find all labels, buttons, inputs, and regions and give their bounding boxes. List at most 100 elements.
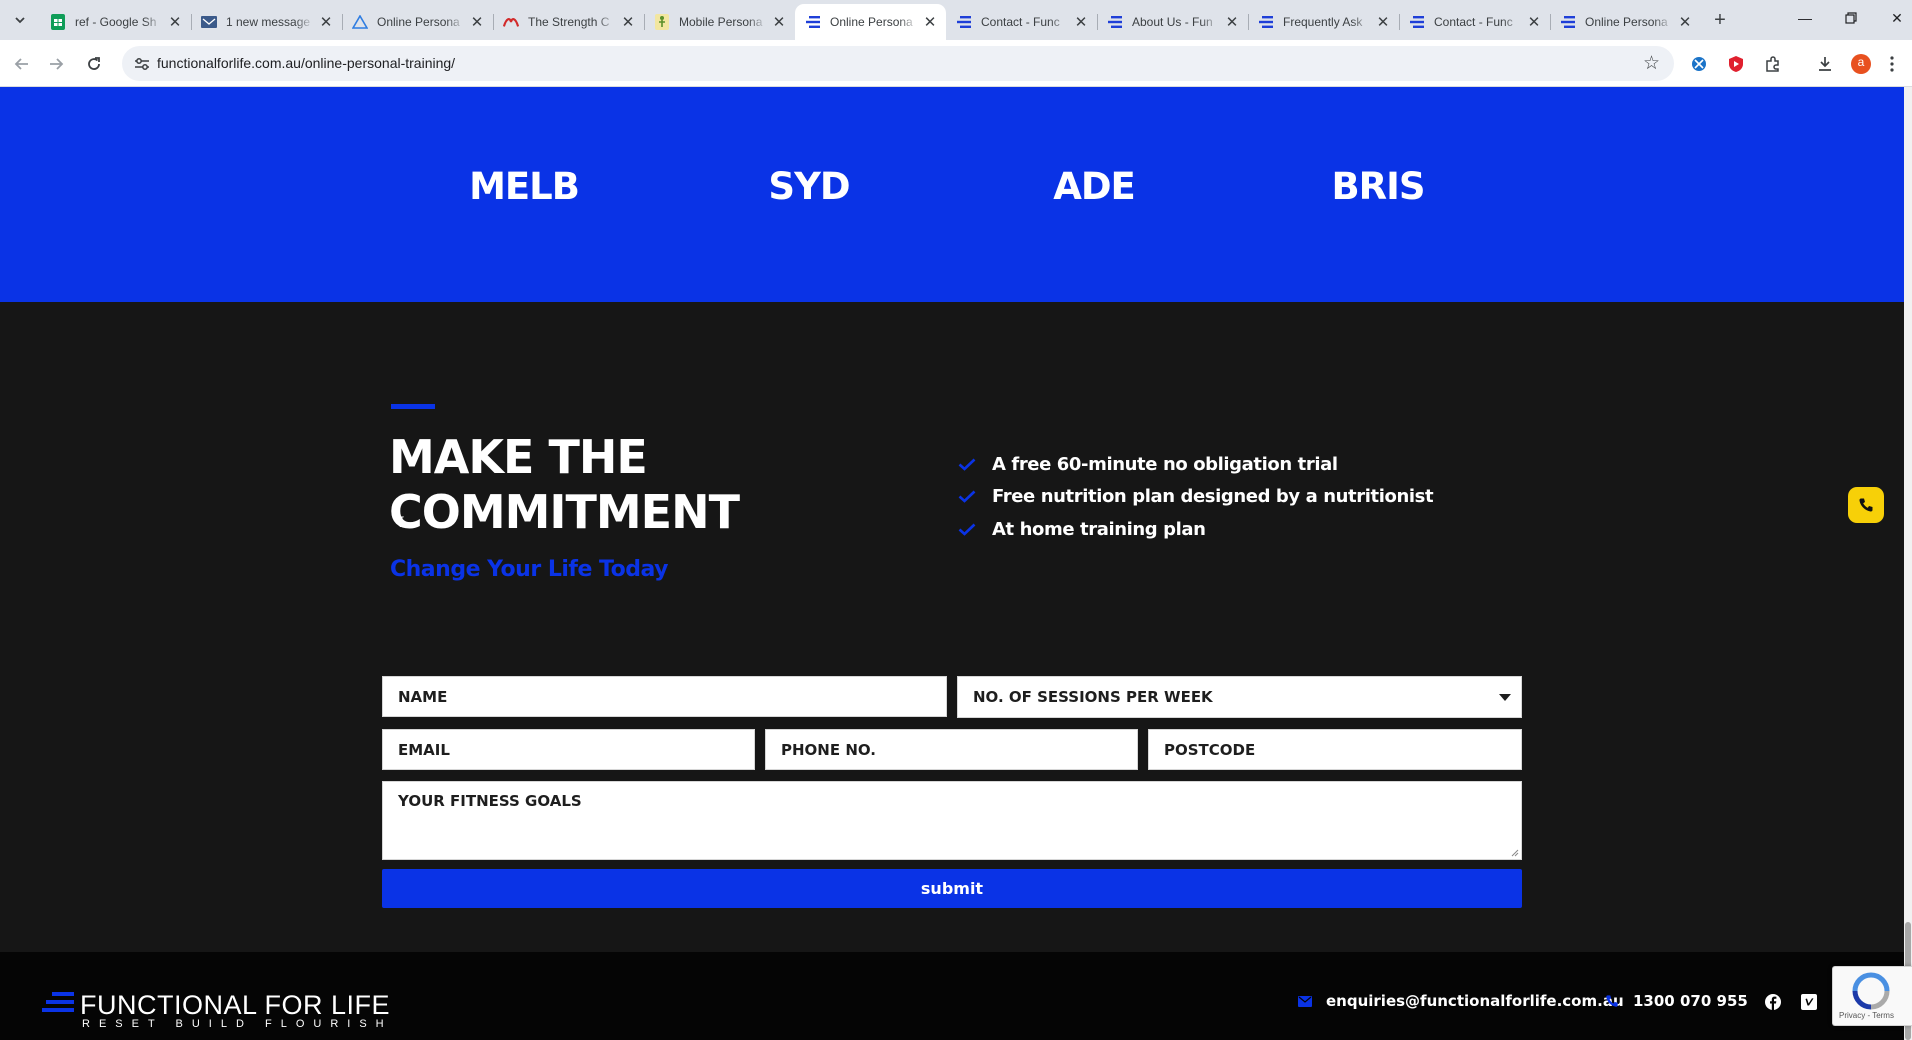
ffl-logo-icon <box>956 14 972 30</box>
recaptcha-badge[interactable]: Privacy - Terms <box>1832 966 1912 1026</box>
browser-tab[interactable]: Mobile Persona ✕ <box>644 4 795 40</box>
email-input[interactable]: EMAIL <box>382 729 755 770</box>
browser-tab[interactable]: Frequently Ask ✕ <box>1248 4 1399 40</box>
benefits-list: A free 60-minute no obligation trial Fre… <box>958 448 1434 546</box>
mail-icon <box>201 14 217 30</box>
functional-for-life-logo[interactable]: FUNCTIONAL FOR LIFE RESET BUILD FLOURISH <box>42 990 390 1040</box>
browser-tab[interactable]: ref - Google Sh ✕ <box>40 4 191 40</box>
close-tab-icon[interactable]: ✕ <box>1224 14 1240 31</box>
url-text[interactable]: functionalforlife.com.au/online-personal… <box>157 55 455 71</box>
browser-tab[interactable]: 1 new message ✕ <box>191 4 342 40</box>
restore-window-icon[interactable] <box>1828 0 1874 36</box>
recaptcha-terms[interactable]: Privacy - Terms <box>1839 1011 1894 1020</box>
postcode-input[interactable]: POSTCODE <box>1148 729 1522 770</box>
browser-tab[interactable]: Contact - Func ✕ <box>1399 4 1550 40</box>
new-tab-plus-icon[interactable]: + <box>1706 8 1734 32</box>
browser-toolbar: functionalforlife.com.au/online-personal… <box>0 40 1912 87</box>
city-syd: SYD <box>768 165 850 208</box>
benefit-text: Free nutrition plan designed by a nutrit… <box>992 486 1434 508</box>
close-tab-icon[interactable]: ✕ <box>771 14 787 31</box>
profile-avatar[interactable]: a <box>1850 53 1872 75</box>
tab-search-chevron-icon[interactable] <box>8 8 32 32</box>
triangle-logo-icon <box>352 14 368 30</box>
phone-icon <box>1859 498 1873 512</box>
tab-title: Mobile Persona <box>679 15 763 29</box>
sessions-select-value: NO. OF SESSIONS PER WEEK <box>973 688 1213 706</box>
tab-strip: ref - Google Sh ✕ 1 new message ✕ Online… <box>40 4 1701 40</box>
city-bris: BRIS <box>1331 165 1425 208</box>
reload-icon[interactable] <box>80 50 108 78</box>
extension-globe-icon[interactable] <box>1688 53 1710 75</box>
floating-call-button[interactable] <box>1848 487 1884 523</box>
footer-email-text: enquiries@functionalforlife.com.au <box>1326 992 1624 1010</box>
ffl-logo-icon <box>1409 14 1425 30</box>
sessions-per-week-select[interactable]: NO. OF SESSIONS PER WEEK <box>957 676 1522 718</box>
check-icon <box>958 522 976 536</box>
browser-tab[interactable]: Contact - Func ✕ <box>946 4 1097 40</box>
footer-email-link[interactable]: enquiries@functionalforlife.com.au <box>1298 992 1624 1010</box>
heading-line-1: MAKE THE <box>389 430 648 484</box>
extension-shield-icon[interactable] <box>1725 53 1747 75</box>
strength-logo-icon <box>503 14 519 30</box>
vimeo-icon[interactable] <box>1800 993 1818 1011</box>
browser-tab-bar: ref - Google Sh ✕ 1 new message ✕ Online… <box>0 0 1912 40</box>
facebook-icon[interactable] <box>1764 993 1782 1011</box>
close-tab-icon[interactable]: ✕ <box>469 14 485 31</box>
page-scrollbar[interactable] <box>1904 87 1912 1040</box>
site-settings-icon[interactable] <box>132 54 152 74</box>
phone-input[interactable]: PHONE NO. <box>765 729 1138 770</box>
check-icon <box>958 457 976 471</box>
browser-tab-active[interactable]: Online Persona ✕ <box>795 4 946 40</box>
fitness-goals-placeholder: YOUR FITNESS GOALS <box>398 792 582 810</box>
resize-handle-icon[interactable] <box>1511 849 1519 857</box>
tab-title: 1 new message <box>226 15 311 29</box>
browser-tab[interactable]: Online Persona ✕ <box>1550 4 1701 40</box>
browser-tab[interactable]: The Strength C ✕ <box>493 4 644 40</box>
recaptcha-logo-icon <box>1852 972 1890 1010</box>
figure-logo-icon <box>654 14 670 30</box>
extensions-puzzle-icon[interactable] <box>1762 53 1784 75</box>
footer-phone-link[interactable]: 1300 070 955 <box>1605 992 1748 1010</box>
bookmark-star-icon[interactable]: ☆ <box>1643 52 1660 75</box>
submit-button[interactable]: submit <box>382 869 1522 908</box>
footer-phone-text: 1300 070 955 <box>1633 992 1748 1010</box>
ffl-logo-icon <box>42 992 74 1012</box>
site-footer: FUNCTIONAL FOR LIFE RESET BUILD FLOURISH… <box>0 952 1904 1040</box>
browser-tab[interactable]: About Us - Fun ✕ <box>1097 4 1248 40</box>
close-tab-icon[interactable]: ✕ <box>1375 14 1391 31</box>
close-tab-icon[interactable]: ✕ <box>318 14 334 31</box>
browser-menu-dots-icon[interactable] <box>1886 53 1898 75</box>
benefit-item: Free nutrition plan designed by a nutrit… <box>958 481 1434 514</box>
name-input[interactable]: NAME <box>382 676 947 717</box>
web-page: MELB SYD ADE BRIS MAKE THE COMMITMENT Ch… <box>0 87 1904 1040</box>
address-bar[interactable]: functionalforlife.com.au/online-personal… <box>122 46 1674 81</box>
phone-icon <box>1605 994 1619 1008</box>
ffl-logo-icon <box>1258 14 1274 30</box>
close-tab-icon[interactable]: ✕ <box>1073 14 1089 31</box>
close-tab-icon[interactable]: ✕ <box>167 14 183 31</box>
commitment-section: MAKE THE COMMITMENT Change Your Life Tod… <box>0 302 1904 1037</box>
google-sheets-icon <box>50 14 66 30</box>
forward-arrow-icon[interactable] <box>42 50 70 78</box>
browser-tab[interactable]: Online Persona ✕ <box>342 4 493 40</box>
back-arrow-icon[interactable] <box>8 50 36 78</box>
fitness-goals-textarea[interactable]: YOUR FITNESS GOALS <box>382 781 1522 860</box>
close-window-icon[interactable]: ✕ <box>1874 0 1912 36</box>
minimize-icon[interactable]: — <box>1782 0 1828 36</box>
city-melb: MELB <box>469 165 580 208</box>
download-icon[interactable] <box>1814 53 1836 75</box>
brand-tagline: RESET BUILD FLOURISH <box>82 1018 393 1030</box>
commitment-heading: MAKE THE COMMITMENT <box>389 430 909 540</box>
close-tab-icon[interactable]: ✕ <box>620 14 636 31</box>
close-tab-icon[interactable]: ✕ <box>1526 14 1542 31</box>
ffl-logo-icon <box>1560 14 1576 30</box>
close-tab-icon[interactable]: ✕ <box>1677 14 1693 31</box>
ffl-logo-icon <box>1107 14 1123 30</box>
accent-line <box>391 404 435 409</box>
text-cursor-icon: I <box>399 515 405 531</box>
tab-title: Online Persona <box>1585 15 1668 29</box>
tab-title: Online Persona <box>830 15 913 29</box>
close-tab-icon[interactable]: ✕ <box>922 14 938 31</box>
tab-title: The Strength C <box>528 15 610 29</box>
check-icon <box>958 490 976 504</box>
